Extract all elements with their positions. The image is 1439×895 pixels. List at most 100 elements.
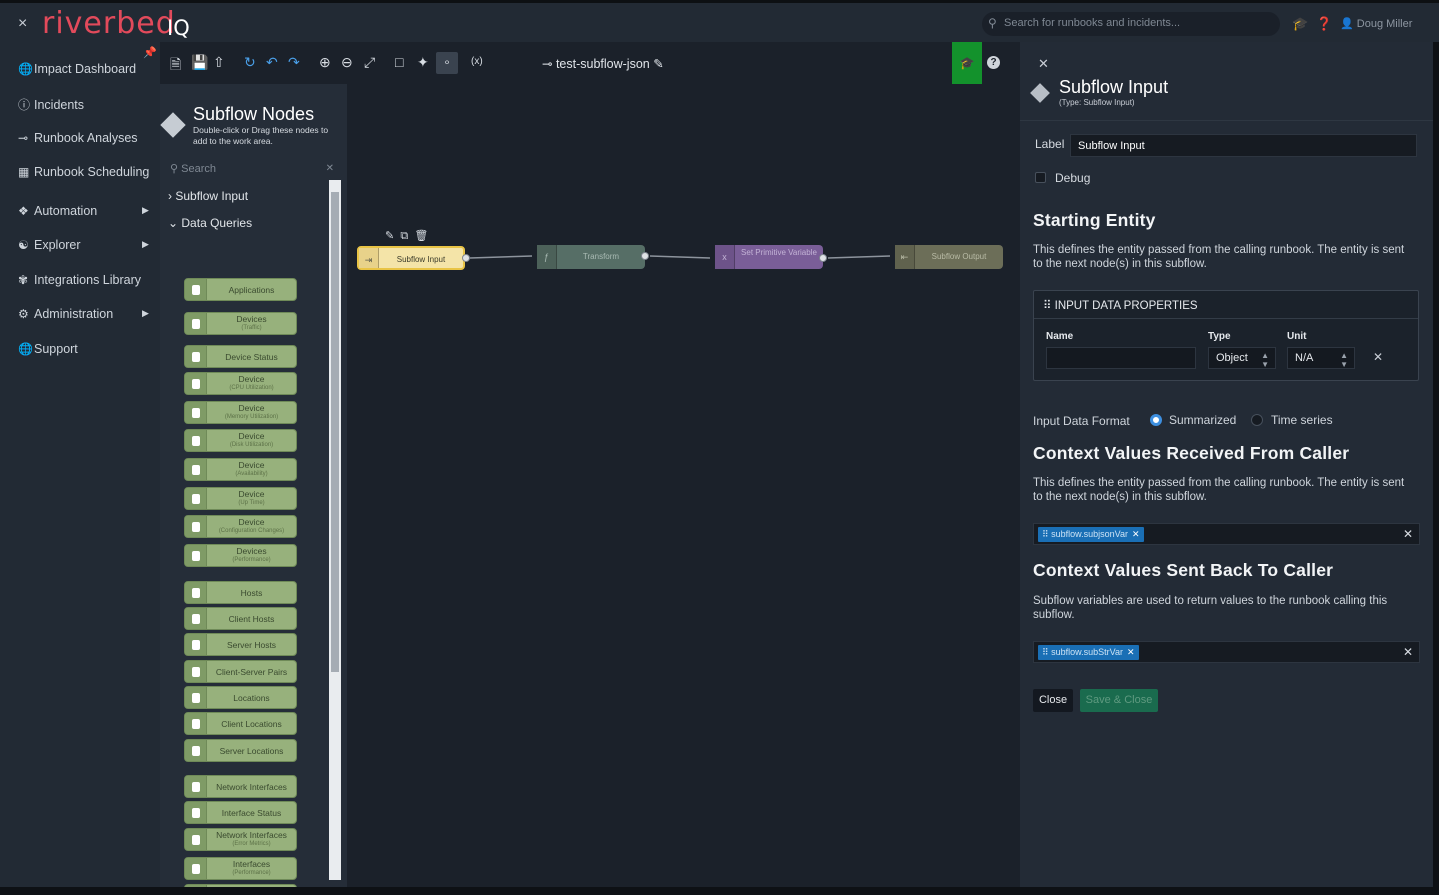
variables-icon[interactable]: (x) bbox=[471, 56, 483, 67]
palette-node-title: Hosts bbox=[240, 588, 263, 598]
select-icon[interactable]: □ bbox=[395, 54, 403, 70]
drag-handle-icon[interactable]: ⠿ bbox=[1043, 300, 1051, 312]
flow-node-subflow-input[interactable]: ⇥ Subflow Input bbox=[357, 246, 465, 270]
nav-automation[interactable]: ❖ Automation ▶ bbox=[18, 204, 149, 218]
palette-node[interactable]: Device (Disk Utilization) bbox=[184, 429, 297, 452]
palette-node-subtitle: (Error Metrics) bbox=[232, 841, 271, 847]
palette-node[interactable]: Applications bbox=[184, 278, 297, 301]
category-subflow-input[interactable]: › Subflow Input bbox=[168, 189, 248, 203]
nav-explorer[interactable]: ☯ Explorer ▶ bbox=[18, 238, 149, 252]
save-icon[interactable]: 💾 bbox=[191, 54, 208, 71]
palette-node[interactable]: Interfaces (Performance) bbox=[184, 857, 297, 880]
palette-node[interactable]: Device (Configuration Changes) bbox=[184, 515, 297, 538]
remove-tag-icon[interactable]: ✕ bbox=[1127, 647, 1135, 657]
context-in-tags[interactable]: ⠿ subflow.subjsonVar ✕ ✕ bbox=[1033, 523, 1420, 545]
new-file-icon[interactable]: 🗎 bbox=[170, 54, 181, 78]
palette-node[interactable]: Device Status bbox=[184, 345, 297, 368]
property-unit-select[interactable]: N/A ▲ ▼ bbox=[1287, 347, 1355, 369]
redo-icon[interactable]: ↷ bbox=[288, 54, 300, 71]
user-name[interactable]: 👤 Doug Miller bbox=[1340, 17, 1412, 30]
flow-node-subflow-output[interactable]: ⇤ Subflow Output bbox=[895, 245, 1003, 269]
remove-tag-icon[interactable]: ✕ bbox=[1132, 529, 1140, 539]
export-icon[interactable]: ⇧ bbox=[213, 54, 225, 71]
clear-tags-icon[interactable]: ✕ bbox=[1403, 645, 1413, 659]
palette-node[interactable]: Devices (Performance) bbox=[184, 544, 297, 567]
nav-support[interactable]: 🌐Support bbox=[18, 342, 78, 356]
zoom-in-icon[interactable]: ⊕ bbox=[319, 54, 331, 71]
palette-node[interactable]: Device (CPU Utilization) bbox=[184, 372, 297, 395]
close-icon[interactable]: × bbox=[18, 15, 27, 33]
label-field[interactable]: Subflow Input bbox=[1070, 134, 1417, 157]
palette-search-input[interactable]: ⚲ Search ✕ bbox=[170, 162, 340, 180]
palette-node[interactable]: Hosts bbox=[184, 581, 297, 604]
palette-node[interactable]: Server Hosts bbox=[184, 633, 297, 656]
property-type-select[interactable]: Object ▲ ▼ bbox=[1208, 347, 1276, 369]
flow-canvas[interactable]: ✎ ⧉ 🗑 ⇥ Subflow Input ƒ Transform x Set … bbox=[347, 84, 1020, 887]
clear-tags-icon[interactable]: ✕ bbox=[1403, 527, 1413, 541]
palette-node[interactable]: Server Locations bbox=[184, 739, 297, 762]
property-name-input[interactable] bbox=[1046, 347, 1196, 369]
category-data-queries[interactable]: ⌄ Data Queries bbox=[168, 216, 252, 230]
scroll-thumb[interactable] bbox=[331, 192, 339, 672]
trash-icon[interactable]: 🗑 bbox=[414, 230, 428, 242]
palette-node-subtitle: (Traffic) bbox=[241, 325, 262, 331]
zoom-out-icon[interactable]: ⊖ bbox=[341, 54, 353, 71]
connect-icon[interactable]: ∘ bbox=[436, 52, 458, 74]
copy-icon[interactable]: ⧉ bbox=[400, 230, 408, 242]
edge[interactable] bbox=[649, 255, 711, 259]
palette-node[interactable]: Network Interfaces (Error Metrics) bbox=[184, 828, 297, 851]
edit-icon[interactable]: ✎ bbox=[385, 230, 394, 242]
flow-node-transform[interactable]: ƒ Transform bbox=[537, 245, 645, 269]
palette-node[interactable]: Network Interfaces bbox=[184, 775, 297, 798]
edge[interactable] bbox=[827, 255, 891, 259]
radio-summarized[interactable] bbox=[1150, 414, 1162, 426]
nav-incidents[interactable]: ⓘ Incidents bbox=[18, 96, 84, 113]
panel-type: (Type: Subflow Input) bbox=[1059, 98, 1135, 107]
palette-scrollbar[interactable] bbox=[329, 180, 341, 880]
nav-administration[interactable]: ⚙ Administration ▶ bbox=[18, 307, 149, 321]
debug-checkbox[interactable] bbox=[1035, 172, 1046, 183]
close-icon[interactable]: ✕ bbox=[1038, 56, 1049, 72]
fit-icon[interactable]: ⤢ bbox=[364, 54, 375, 71]
palette-node[interactable]: Client-Server Pairs bbox=[184, 660, 297, 683]
help-icon[interactable]: ? bbox=[987, 56, 1000, 69]
database-icon bbox=[185, 713, 207, 734]
nav-impact-dashboard[interactable]: 🌐Impact Dashboard bbox=[18, 62, 136, 76]
save-close-button[interactable]: Save & Close bbox=[1080, 689, 1158, 712]
flow-node-set-primitive-variable[interactable]: x Set Primitive Variable bbox=[715, 245, 823, 269]
palette-node[interactable]: Client Locations bbox=[184, 712, 297, 735]
palette-node[interactable]: Interface Status bbox=[184, 801, 297, 824]
context-out-tags[interactable]: ⠿ subflow.subStrVar ✕ ✕ bbox=[1033, 641, 1420, 663]
edge[interactable] bbox=[469, 255, 533, 259]
palette-node[interactable]: Device (Up Time) bbox=[184, 487, 297, 510]
nav-runbook-scheduling[interactable]: ▦ Runbook Scheduling bbox=[18, 165, 149, 179]
pin-icon[interactable]: 📌 bbox=[143, 46, 157, 59]
remove-property-icon[interactable]: ✕ bbox=[1373, 350, 1383, 364]
tag[interactable]: ⠿ subflow.subStrVar ✕ bbox=[1038, 645, 1139, 660]
graduation-cap-icon[interactable]: 🎓 bbox=[1292, 16, 1308, 31]
reload-icon[interactable]: ↻ bbox=[244, 54, 256, 71]
radio-time-series[interactable] bbox=[1251, 414, 1263, 426]
input-data-properties: ⠿ INPUT DATA PROPERTIES Name Type Unit O… bbox=[1033, 290, 1419, 381]
nav-integrations-library[interactable]: ✾ Integrations Library bbox=[18, 273, 141, 287]
node-label: Transform bbox=[582, 252, 620, 261]
output-port[interactable] bbox=[819, 254, 827, 262]
nav-label: Support bbox=[34, 342, 78, 356]
palette-node[interactable]: Device (Availability) bbox=[184, 458, 297, 481]
magic-icon[interactable]: ✦ bbox=[417, 54, 429, 71]
help-icon[interactable]: ❓ bbox=[1316, 16, 1332, 31]
tag[interactable]: ⠿ subflow.subjsonVar ✕ bbox=[1038, 527, 1144, 542]
output-port[interactable] bbox=[641, 252, 649, 260]
palette-node[interactable]: Devices (Traffic) bbox=[184, 312, 297, 335]
clear-icon[interactable]: ✕ bbox=[326, 163, 334, 174]
undo-icon[interactable]: ↶ bbox=[266, 54, 278, 71]
output-port[interactable] bbox=[462, 254, 470, 262]
palette-node[interactable]: Locations bbox=[184, 686, 297, 709]
nav-runbook-analyses[interactable]: ⊸ Runbook Analyses bbox=[18, 131, 138, 145]
close-button[interactable]: Close bbox=[1033, 689, 1073, 712]
palette-node-subtitle: (Memory Utilization) bbox=[224, 414, 279, 420]
palette-node[interactable]: Device (Memory Utilization) bbox=[184, 401, 297, 424]
palette-node[interactable]: Client Hosts bbox=[184, 607, 297, 630]
flow-name[interactable]: ⊸ test-subflow-json ✎ bbox=[542, 56, 664, 71]
global-search-input[interactable]: ⚲ Search for runbooks and incidents... bbox=[982, 12, 1280, 36]
